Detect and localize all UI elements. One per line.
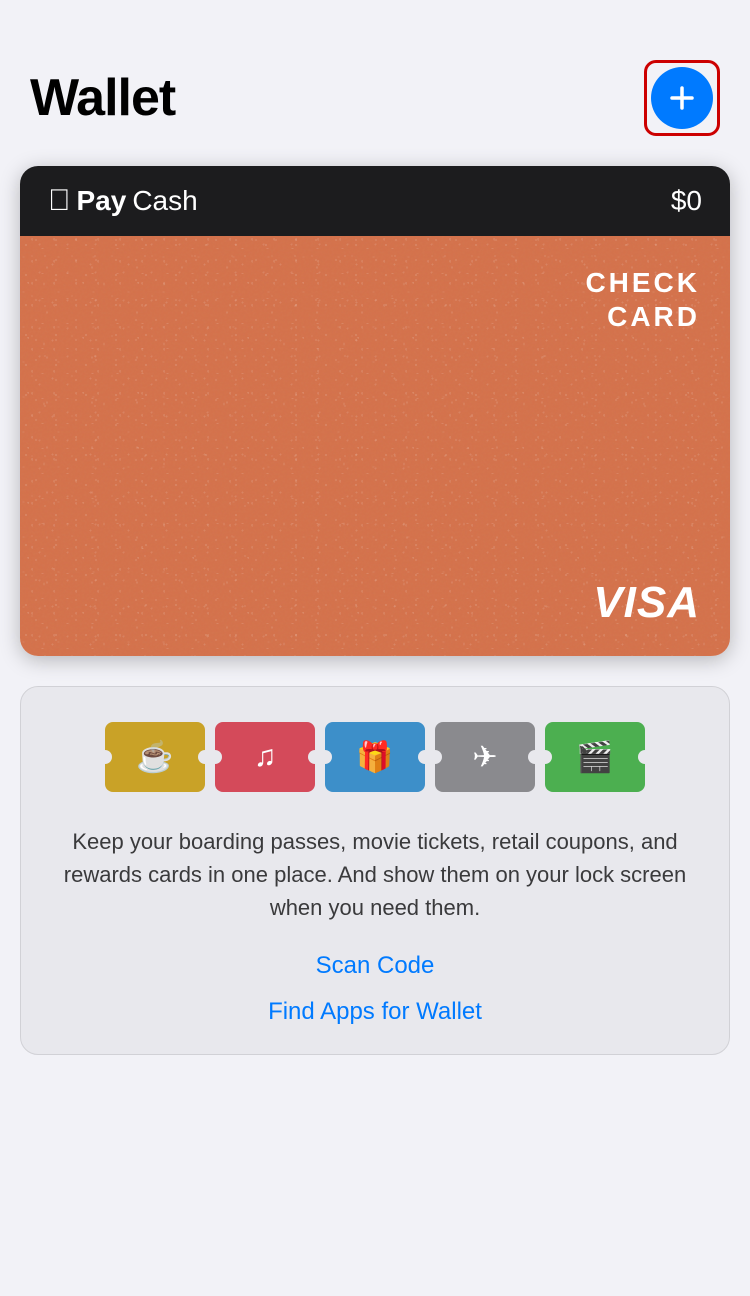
gift-icon: 🎁 xyxy=(356,740,393,775)
page-title: Wallet xyxy=(30,68,175,128)
header: Wallet xyxy=(0,0,750,156)
apple-icon:  xyxy=(48,184,71,218)
scan-code-button[interactable]: Scan Code xyxy=(41,952,709,980)
passes-section: ☕ ♫ 🎁 ✈ 🎬 Keep your boarding passes, mov… xyxy=(20,686,730,1055)
movie-icon: 🎬 xyxy=(576,740,613,775)
balance-amount: $0 xyxy=(671,185,702,217)
payment-card-container[interactable]:  Pay Cash $0 CHECK CARD VISA xyxy=(20,166,730,656)
plane-ticket-icon: ✈ xyxy=(430,717,540,797)
apple-pay-header:  Pay Cash $0 xyxy=(20,166,730,236)
add-button-highlight xyxy=(644,60,720,136)
music-ticket-icon: ♫ xyxy=(210,717,320,797)
coffee-ticket-icon: ☕ xyxy=(100,717,210,797)
visa-card[interactable]: CHECK CARD VISA xyxy=(20,236,730,656)
find-apps-button[interactable]: Find Apps for Wallet xyxy=(41,998,709,1026)
visa-brand-label: VISA xyxy=(593,578,700,628)
music-icon: ♫ xyxy=(254,740,277,774)
gift-ticket-icon: 🎁 xyxy=(320,717,430,797)
apple-pay-logo:  Pay Cash xyxy=(48,184,198,218)
add-card-button[interactable] xyxy=(651,67,713,129)
cash-label: Cash xyxy=(132,185,197,217)
plus-icon xyxy=(666,82,698,114)
check-card-label: CHECK CARD xyxy=(585,266,700,333)
plane-icon: ✈ xyxy=(472,740,497,775)
pass-icons-row: ☕ ♫ 🎁 ✈ 🎬 xyxy=(41,717,709,797)
movie-ticket-icon: 🎬 xyxy=(540,717,650,797)
passes-description: Keep your boarding passes, movie tickets… xyxy=(41,825,709,924)
pay-label: Pay xyxy=(77,185,127,217)
coffee-icon: ☕ xyxy=(136,740,173,775)
